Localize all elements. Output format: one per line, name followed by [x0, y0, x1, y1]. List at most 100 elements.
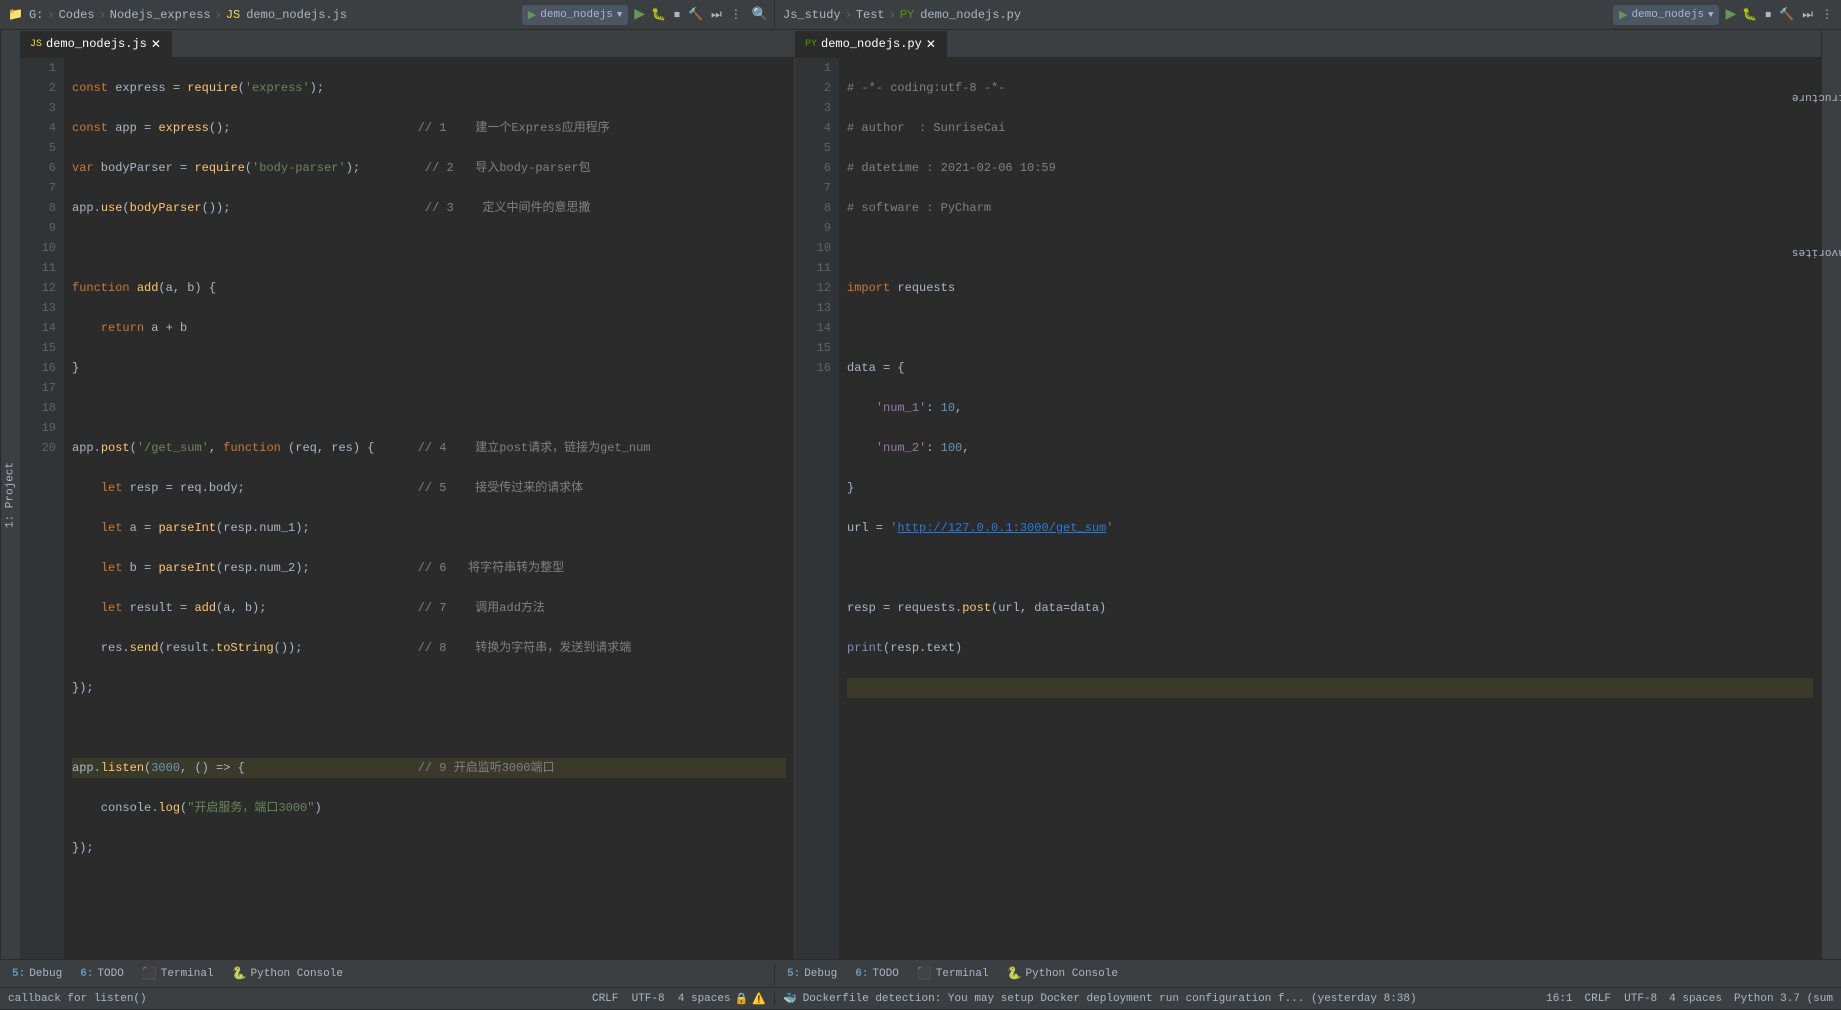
- breadcrumb-file[interactable]: demo_nodejs.js: [246, 8, 347, 22]
- left-gutter: [20, 58, 28, 959]
- run-config-dropdown[interactable]: ▼: [617, 10, 622, 20]
- notification-area: 🐳 Dockerfile detection: You may setup Do…: [783, 988, 1546, 1010]
- js-tab-icon: JS: [30, 39, 42, 50]
- terminal-icon: ⬛: [142, 966, 157, 981]
- build-button-right[interactable]: 🔨: [1777, 7, 1796, 22]
- breadcrumb-nodejs-express[interactable]: Nodejs_express: [110, 8, 211, 22]
- run-config-right-icon: ▶: [1619, 8, 1627, 22]
- python-icon: 🐍: [232, 966, 247, 981]
- editors-area: JS demo_nodejs.js ✕ 12345 678910 1112131…: [20, 30, 1841, 959]
- python-console-tab-right[interactable]: 🐍 Python Console: [999, 963, 1126, 985]
- status-right-info: 16:1 CRLF UTF-8 4 spaces Python 3.7 (sum: [1546, 993, 1833, 1005]
- terminal-tab-left[interactable]: ⬛ Terminal: [134, 963, 222, 985]
- terminal-icon-right: ⬛: [917, 966, 932, 981]
- code-line-13: let b = parseInt(resp.num_2); // 6 将字符串转…: [72, 558, 786, 578]
- debug-tab-right[interactable]: 5: Debug: [779, 963, 845, 985]
- stop-button-left[interactable]: ⏹: [672, 8, 682, 22]
- code-line-18: app.listen(3000, () => { // 9 开启监听3000端口: [72, 758, 786, 778]
- left-tab-js[interactable]: JS demo_nodejs.js ✕: [20, 31, 172, 57]
- build-button-left[interactable]: 🔨: [686, 7, 705, 22]
- todo-tab-right[interactable]: 6: TODO: [847, 963, 907, 985]
- code-line-10: app.post('/get_sum', function (req, res)…: [72, 438, 786, 458]
- rcode-line-14: resp = requests.post(url, data=data): [847, 598, 1813, 618]
- terminal-tab-right[interactable]: ⬛ Terminal: [909, 963, 997, 985]
- debug-button-left[interactable]: 🐛: [649, 7, 668, 22]
- rcode-line-6: import requests: [847, 278, 1813, 298]
- breadcrumb-py-file[interactable]: demo_nodejs.py: [920, 8, 1021, 22]
- run-config-right[interactable]: ▶ demo_nodejs ▼: [1613, 5, 1720, 25]
- right-tab-bar: PY demo_nodejs.py ✕: [795, 30, 1821, 58]
- left-code-content[interactable]: const express = require('express'); cons…: [64, 58, 794, 959]
- code-line-6: function add(a, b) {: [72, 278, 786, 298]
- code-line-16: });: [72, 678, 786, 698]
- code-line-11: let resp = req.body; // 5 接受传过来的请求体: [72, 478, 786, 498]
- left-tab-close[interactable]: ✕: [151, 37, 161, 52]
- breadcrumb-test[interactable]: Test: [856, 8, 885, 22]
- todo-tab-left[interactable]: 6: TODO: [72, 963, 132, 985]
- run-all-left[interactable]: ⏭: [709, 8, 724, 22]
- tools-bar-left: 5: Debug 6: TODO ⬛ Terminal 🐍 Python Con…: [0, 963, 775, 985]
- right-line-numbers: 12345 678910 1112131415 16: [803, 58, 839, 959]
- breadcrumb-left[interactable]: 📁 G: › Codes › Nodejs_express › JS demo_…: [0, 7, 355, 22]
- rcode-line-2: # author : SunriseCai: [847, 118, 1813, 138]
- rcode-line-11: }: [847, 478, 1813, 498]
- search-button-left[interactable]: 🔍: [752, 7, 768, 22]
- right-side-labels: 2: Structure 2: Favorites: [1821, 30, 1841, 959]
- python-version: Python 3.7 (sum: [1734, 993, 1833, 1005]
- run-all-right[interactable]: ⏭: [1800, 8, 1815, 22]
- right-tab-py[interactable]: PY demo_nodejs.py ✕: [795, 31, 947, 57]
- rcode-line-12: url = 'http://127.0.0.1:3000/get_sum': [847, 518, 1813, 538]
- run-controls-left: ▶ 🐛 ⏹ 🔨 ⏭ ⋮ 🔍: [628, 6, 774, 23]
- py-tab-icon: PY: [805, 39, 817, 50]
- terminal-tab-label: Terminal: [161, 968, 214, 980]
- breadcrumb-g[interactable]: G:: [29, 8, 43, 22]
- rcode-line-9: 'num_1': 10,: [847, 398, 1813, 418]
- debug-button-right[interactable]: 🐛: [1740, 7, 1759, 22]
- status-bar-right: 🐳 Dockerfile detection: You may setup Do…: [775, 988, 1841, 1010]
- tools-bar: 5: Debug 6: TODO ⬛ Terminal 🐍 Python Con…: [0, 959, 1841, 987]
- notif-icon: 🐳: [783, 992, 797, 1006]
- code-line-19: console.log("开启服务，端口3000"): [72, 798, 786, 818]
- debug-tab-left[interactable]: 5: Debug: [4, 963, 70, 985]
- warning-icon: ⚠️: [752, 992, 766, 1006]
- left-line-numbers: 12345 678910 1112131415 1617181920: [28, 58, 64, 959]
- run-button-right[interactable]: ▶: [1725, 6, 1736, 23]
- right-tab-close[interactable]: ✕: [926, 37, 936, 52]
- run-button-left[interactable]: ▶: [634, 6, 645, 23]
- code-line-4: app.use(bodyParser()); // 3 定义中间件的意思撒: [72, 198, 786, 218]
- code-line-14: let result = add(a, b); // 7 调用add方法: [72, 598, 786, 618]
- todo-tab-label: TODO: [97, 968, 123, 980]
- structure-label[interactable]: 2: Structure: [1784, 88, 1841, 107]
- rcode-line-13: [847, 558, 1813, 578]
- tools-bar-right: 5: Debug 6: TODO ⬛ Terminal 🐍 Python Con…: [775, 963, 1841, 985]
- breadcrumb-codes[interactable]: Codes: [59, 8, 95, 22]
- favorites-label[interactable]: 2: Favorites: [1784, 243, 1841, 262]
- notification-text: Dockerfile detection: You may setup Dock…: [803, 993, 1417, 1005]
- spaces-right: 4 spaces: [1669, 993, 1722, 1005]
- rcode-line-3: # datetime : 2021-02-06 10:59: [847, 158, 1813, 178]
- left-code-area[interactable]: 12345 678910 1112131415 1617181920 const…: [20, 58, 794, 959]
- rcode-line-16: [847, 678, 1813, 698]
- right-gutter: [795, 58, 803, 959]
- more-right[interactable]: ⋮: [1819, 7, 1835, 22]
- rcode-line-1: # -*- coding:utf-8 -*-: [847, 78, 1813, 98]
- right-code-content[interactable]: # -*- coding:utf-8 -*- # author : Sunris…: [839, 58, 1821, 959]
- breadcrumb-right[interactable]: Js_study › Test › PY demo_nodejs.py: [775, 8, 1029, 22]
- status-encoding-left: CRLF UTF-8 4 spaces: [592, 993, 731, 1005]
- more-left[interactable]: ⋮: [728, 7, 744, 22]
- right-code-area[interactable]: 12345 678910 1112131415 16 # -*- coding:…: [795, 58, 1821, 959]
- code-line-3: var bodyParser = require('body-parser');…: [72, 158, 786, 178]
- code-line-20: });: [72, 838, 786, 858]
- rcode-line-8: data = {: [847, 358, 1813, 378]
- breadcrumb-js-study[interactable]: Js_study: [783, 8, 841, 22]
- python-console-tab-left[interactable]: 🐍 Python Console: [224, 963, 351, 985]
- rcode-line-15: print(resp.text): [847, 638, 1813, 658]
- project-panel-label[interactable]: 1: Project: [0, 30, 20, 959]
- stop-button-right[interactable]: ⏹: [1763, 8, 1773, 22]
- right-tab-label: demo_nodejs.py: [821, 37, 922, 51]
- run-config-left[interactable]: ▶ demo_nodejs ▼: [522, 5, 629, 25]
- run-config-right-dropdown[interactable]: ▼: [1708, 10, 1713, 20]
- encoding-right: CRLF UTF-8: [1585, 993, 1658, 1005]
- status-text-left: callback for listen(): [8, 993, 147, 1005]
- debug-tab-right-label: Debug: [804, 968, 837, 980]
